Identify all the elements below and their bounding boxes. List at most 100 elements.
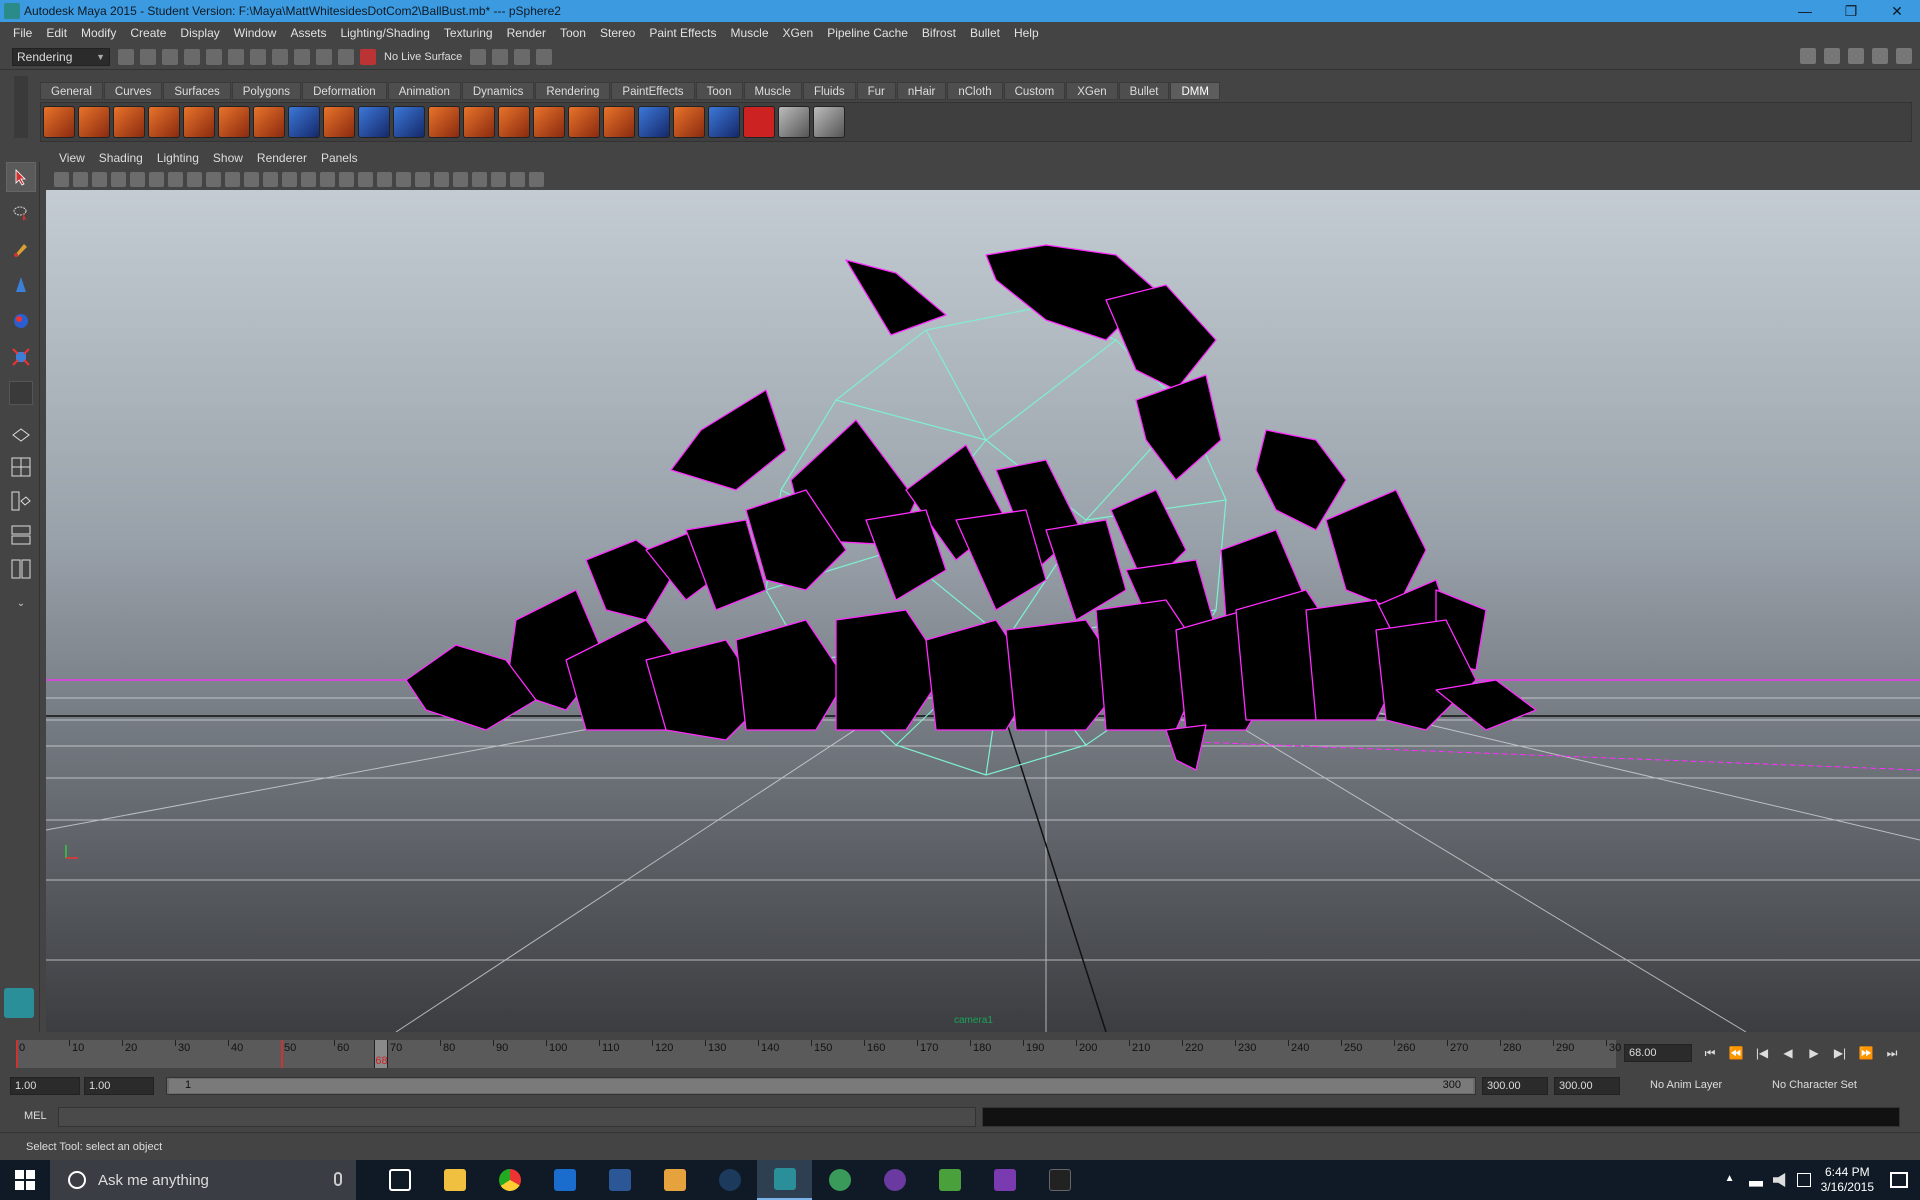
dmm-shatter-icon[interactable] xyxy=(148,106,180,138)
anti-aliasing-icon[interactable] xyxy=(434,171,449,187)
last-tool-icon[interactable] xyxy=(6,378,36,408)
dmm-solver-icon[interactable] xyxy=(358,106,390,138)
current-frame-field[interactable]: 68.00 xyxy=(1624,1044,1692,1062)
task-view-button[interactable] xyxy=(372,1160,427,1200)
layer-editor-icon[interactable] xyxy=(1896,48,1912,64)
xray-joints-icon[interactable] xyxy=(510,171,525,187)
select-tool-icon[interactable] xyxy=(6,162,36,192)
dmm-cache-icon[interactable] xyxy=(673,106,705,138)
panel-menu-shading[interactable]: Shading xyxy=(92,151,150,165)
calendar-icon[interactable] xyxy=(813,106,845,138)
playback-start-field[interactable]: 1.00 xyxy=(84,1077,154,1095)
shelf-tab-custom[interactable]: Custom xyxy=(1003,82,1066,100)
menu-stereo[interactable]: Stereo xyxy=(593,26,642,40)
shelf-tab-general[interactable]: General xyxy=(40,82,103,100)
time-slider-track[interactable]: 0 10 20 30 40 50 60 70 80 90 100 110 120 130 140 150 160… xyxy=(16,1040,1621,1068)
shelf-tab-painteffects[interactable]: PaintEffects xyxy=(611,82,695,100)
render-view-icon[interactable] xyxy=(470,48,487,65)
animation-start-field[interactable]: 1.00 xyxy=(10,1077,80,1095)
dmm-cache-icon[interactable] xyxy=(708,106,740,138)
app-button[interactable] xyxy=(812,1160,867,1200)
volume-icon[interactable] xyxy=(1772,1173,1786,1187)
four-view-layout-icon[interactable] xyxy=(6,452,36,482)
select-component-icon[interactable] xyxy=(228,48,244,65)
use-lights-icon[interactable] xyxy=(358,171,373,187)
safe-title-icon[interactable] xyxy=(263,171,278,187)
help-icon[interactable] xyxy=(743,106,775,138)
menu-modify[interactable]: Modify xyxy=(74,26,123,40)
maya-taskbar-button[interactable] xyxy=(757,1160,812,1200)
dmm-cube-icon[interactable] xyxy=(638,106,670,138)
render-settings-icon[interactable] xyxy=(536,48,553,65)
scene-canvas[interactable] xyxy=(46,190,1920,1032)
shadows-icon[interactable] xyxy=(377,171,392,187)
shelf-tab-xgen[interactable]: XGen xyxy=(1066,82,1118,100)
menu-lighting-shading[interactable]: Lighting/Shading xyxy=(333,26,436,40)
panel-menu-show[interactable]: Show xyxy=(206,151,250,165)
field-chart-icon[interactable] xyxy=(225,171,240,187)
image-plane-icon[interactable] xyxy=(92,171,107,187)
camera-attributes-icon[interactable] xyxy=(54,171,69,187)
select-object-icon[interactable] xyxy=(206,48,222,65)
menu-display[interactable]: Display xyxy=(173,26,226,40)
single-perspective-layout-icon[interactable] xyxy=(6,418,36,448)
shelf-tab-ncloth[interactable]: nCloth xyxy=(947,82,1003,100)
menu-paint-effects[interactable]: Paint Effects xyxy=(642,26,723,40)
go-to-start-button[interactable]: ⏮ xyxy=(1700,1044,1720,1062)
shelf-tab-animation[interactable]: Animation xyxy=(387,82,461,100)
textured-icon[interactable] xyxy=(339,171,354,187)
dmm-shatter-icon[interactable] xyxy=(323,106,355,138)
cortana-search-box[interactable]: Ask me anything xyxy=(50,1160,356,1200)
command-input[interactable] xyxy=(58,1107,976,1127)
go-to-end-button[interactable]: ⏭ xyxy=(1882,1044,1902,1062)
snap-surface-icon[interactable] xyxy=(338,48,354,65)
open-scene-icon[interactable] xyxy=(140,48,156,65)
play-forwards-button[interactable]: ▶ xyxy=(1804,1044,1824,1062)
shelf-tab-fluids[interactable]: Fluids xyxy=(802,82,856,100)
dmm-shatter-icon[interactable] xyxy=(218,106,250,138)
xray-components-icon[interactable] xyxy=(529,171,544,187)
shelf-tab-curves[interactable]: Curves xyxy=(103,82,163,100)
graph-layout-icon[interactable] xyxy=(6,520,36,550)
motion-blur-icon[interactable] xyxy=(415,171,430,187)
settings-icon[interactable] xyxy=(778,106,810,138)
hypershade-layout-icon[interactable] xyxy=(6,554,36,584)
menu-pipeline-cache[interactable]: Pipeline Cache xyxy=(820,26,915,40)
2d-pan-zoom-icon[interactable] xyxy=(111,171,126,187)
step-forward-key-button[interactable]: ⏩ xyxy=(1856,1044,1876,1062)
steam-button[interactable] xyxy=(702,1160,757,1200)
terminal-button[interactable] xyxy=(1032,1160,1087,1200)
outlook-button[interactable] xyxy=(537,1160,592,1200)
more-layouts-icon[interactable]: ⌄ xyxy=(6,588,36,618)
smooth-shade-icon[interactable] xyxy=(301,171,316,187)
gate-mask-icon[interactable] xyxy=(206,171,221,187)
film-gate-icon[interactable] xyxy=(168,171,183,187)
shelf-tab-polygons[interactable]: Polygons xyxy=(231,82,302,100)
menu-set-dropdown[interactable]: Rendering ▼ xyxy=(12,47,110,66)
dmm-cube-icon[interactable] xyxy=(428,106,460,138)
menu-render[interactable]: Render xyxy=(500,26,553,40)
action-center-icon[interactable] xyxy=(1890,1172,1908,1188)
step-back-frame-button[interactable]: |◀ xyxy=(1752,1044,1772,1062)
microphone-icon[interactable] xyxy=(334,1172,342,1186)
playback-end-field[interactable]: 300.00 xyxy=(1482,1077,1548,1095)
grease-pencil-icon[interactable] xyxy=(130,171,145,187)
menu-muscle[interactable]: Muscle xyxy=(724,26,776,40)
app-button[interactable] xyxy=(922,1160,977,1200)
tool-settings-icon[interactable] xyxy=(1848,48,1864,64)
shelf-tab-dmm[interactable]: DMM xyxy=(1170,82,1220,100)
shelf-tab-dynamics[interactable]: Dynamics xyxy=(461,82,535,100)
outliner-layout-icon[interactable] xyxy=(6,486,36,516)
dmm-shatter-icon[interactable] xyxy=(183,106,215,138)
keyboard-icon[interactable] xyxy=(1796,1173,1811,1187)
chrome-button[interactable] xyxy=(482,1160,537,1200)
shelf-tab-nhair[interactable]: nHair xyxy=(896,82,947,100)
lasso-tool-icon[interactable] xyxy=(6,198,36,228)
minimize-button[interactable]: — xyxy=(1782,0,1828,22)
menu-xgen[interactable]: XGen xyxy=(776,26,821,40)
grid-toggle-icon[interactable] xyxy=(149,171,164,187)
step-forward-frame-button[interactable]: ▶| xyxy=(1830,1044,1850,1062)
dmm-shatter-icon[interactable] xyxy=(78,106,110,138)
safe-action-icon[interactable] xyxy=(244,171,259,187)
word-button[interactable] xyxy=(592,1160,647,1200)
